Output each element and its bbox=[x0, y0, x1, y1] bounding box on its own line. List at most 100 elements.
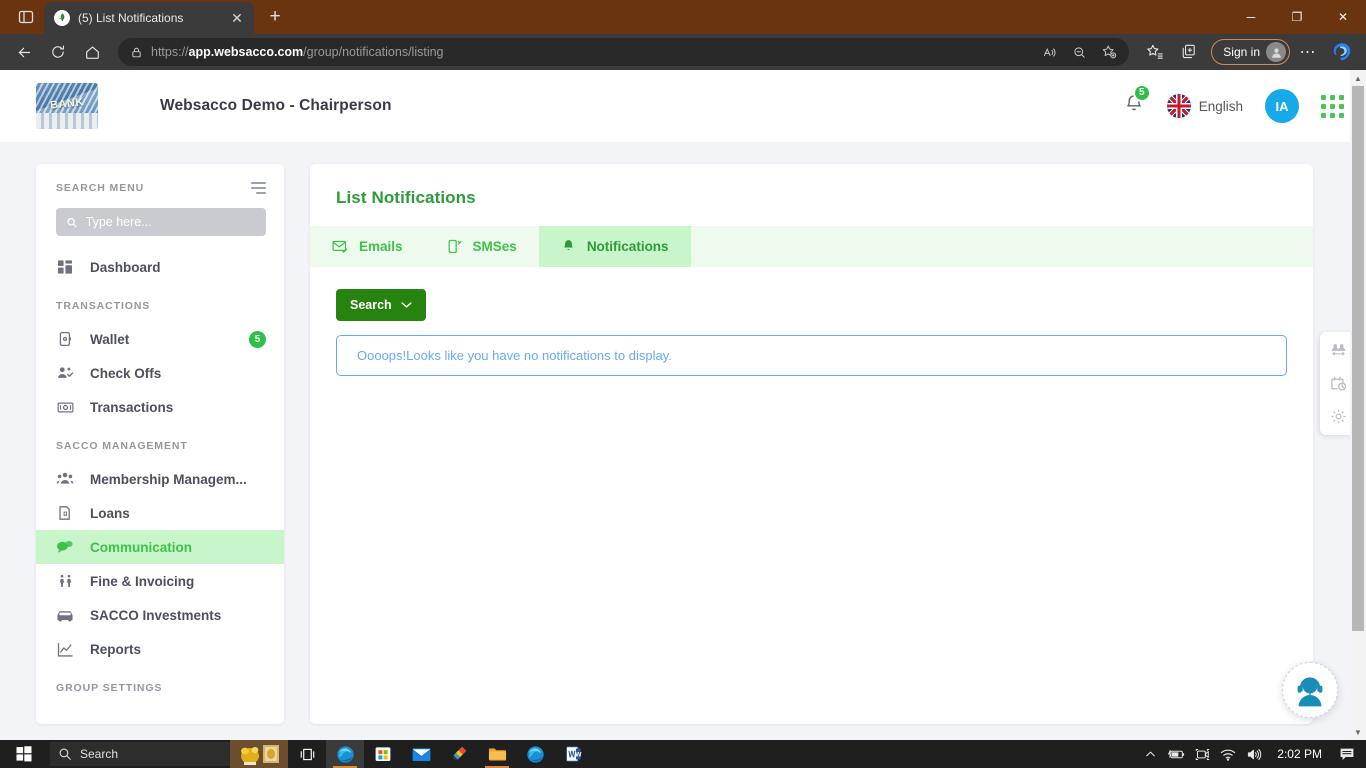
members-icon[interactable] bbox=[1330, 342, 1347, 359]
page-title: Websacco Demo - Chairperson bbox=[160, 97, 392, 114]
language-selector[interactable]: English bbox=[1166, 94, 1243, 118]
favorites-icon[interactable] bbox=[1139, 37, 1171, 67]
new-tab-button[interactable]: + bbox=[260, 2, 290, 32]
close-tab-icon[interactable]: ✕ bbox=[226, 7, 248, 29]
task-view-icon[interactable] bbox=[288, 740, 326, 768]
file-explorer-icon bbox=[488, 748, 506, 761]
taskbar-clock[interactable]: 2:02 PM bbox=[1267, 747, 1332, 761]
page-scrollbar[interactable]: ▲ ▼ bbox=[1350, 70, 1366, 740]
home-icon[interactable] bbox=[76, 37, 108, 67]
sidebar-section-sacco-management: SACCO MANAGEMENT bbox=[56, 440, 188, 452]
search-menu-label: SEARCH MENU bbox=[56, 182, 145, 194]
mobile-icon bbox=[447, 239, 462, 254]
tab-smses[interactable]: SMSes bbox=[425, 226, 539, 267]
word-icon: W bbox=[565, 746, 582, 762]
url-scheme: https:// bbox=[151, 45, 189, 59]
browser-settings-icon[interactable]: ⋯ bbox=[1292, 37, 1324, 67]
taskbar-paint[interactable] bbox=[440, 740, 478, 768]
card-body: Search Oooops!Looks like you have no not… bbox=[310, 267, 1313, 376]
sidebar-item-label: Transactions bbox=[90, 399, 174, 415]
scroll-up-arrow[interactable]: ▲ bbox=[1350, 70, 1366, 86]
taskbar-microsoft-word[interactable]: W bbox=[554, 740, 592, 768]
sign-in-button[interactable]: Sign in bbox=[1211, 39, 1290, 65]
refresh-icon[interactable] bbox=[42, 37, 74, 67]
support-chat-button[interactable] bbox=[1282, 662, 1338, 718]
search-input[interactable] bbox=[85, 215, 256, 229]
sidebar-item-membership-management[interactable]: Membership Managem... bbox=[36, 462, 284, 496]
taskbar-file-explorer[interactable] bbox=[478, 740, 516, 768]
loan-icon bbox=[56, 505, 74, 521]
paint-icon bbox=[453, 746, 467, 760]
tab-actions-icon[interactable] bbox=[8, 2, 44, 32]
sidebar-item-label: SACCO Investments bbox=[90, 607, 222, 623]
gear-icon[interactable] bbox=[1330, 408, 1347, 425]
sidebar-item-label: Membership Managem... bbox=[90, 471, 247, 487]
camera-icon[interactable] bbox=[1189, 740, 1215, 768]
url-host: app.websacco.com bbox=[188, 45, 304, 59]
minimize-button[interactable]: ─ bbox=[1228, 0, 1274, 34]
sidebar-item-label: Fine & Invoicing bbox=[90, 573, 195, 589]
sidebar-item-dashboard[interactable]: Dashboard bbox=[36, 250, 284, 284]
sidebar-item-check-offs[interactable]: Check Offs bbox=[36, 356, 284, 390]
lock-icon bbox=[130, 46, 143, 59]
sidebar-item-wallet[interactable]: Wallet 5 bbox=[36, 322, 284, 356]
sidebar-badge: 5 bbox=[249, 330, 266, 348]
system-tray: 2:02 PM bbox=[1137, 740, 1366, 768]
sidebar-item-reports[interactable]: Reports bbox=[36, 632, 284, 666]
maximize-button[interactable]: ❐ bbox=[1274, 0, 1320, 34]
browser-toolbar: https://app.websacco.com/group/notificat… bbox=[0, 34, 1366, 70]
sign-in-label: Sign in bbox=[1223, 45, 1260, 59]
start-button[interactable] bbox=[0, 740, 48, 768]
chart-icon bbox=[56, 641, 74, 658]
add-favorite-icon[interactable] bbox=[1095, 39, 1123, 65]
taskbar-microsoft-store[interactable] bbox=[364, 740, 402, 768]
copilot-icon[interactable] bbox=[1326, 37, 1358, 67]
sidebar-item-sacco-investments[interactable]: SACCO Investments bbox=[36, 598, 284, 632]
sidebar-item-loans[interactable]: Loans bbox=[36, 496, 284, 530]
notifications-bell-button[interactable]: 5 bbox=[1123, 83, 1151, 120]
read-aloud-icon[interactable] bbox=[1035, 39, 1063, 65]
taskbar-microsoft-edge-2[interactable] bbox=[516, 740, 554, 768]
calendar-clock-icon[interactable] bbox=[1330, 375, 1347, 392]
notification-center-icon[interactable] bbox=[1332, 740, 1362, 768]
sidebar-item-transactions[interactable]: Transactions bbox=[36, 390, 284, 424]
browser-window: (5) List Notifications ✕ + ─ ❐ ✕ https:/… bbox=[0, 0, 1366, 740]
tab-emails[interactable]: Emails bbox=[310, 226, 425, 267]
address-bar[interactable]: https://app.websacco.com/group/notificat… bbox=[118, 38, 1130, 66]
chat-icon bbox=[56, 539, 74, 555]
sidebar-item-fine-invoicing[interactable]: Fine & Invoicing bbox=[36, 564, 284, 598]
empty-state-alert: Oooops!Looks like you have no notificati… bbox=[336, 335, 1287, 376]
card-title: List Notifications bbox=[336, 188, 476, 207]
taskbar-search[interactable]: Search bbox=[50, 742, 230, 766]
tab-notifications[interactable]: Notifications bbox=[538, 226, 691, 267]
uk-flag-icon bbox=[1166, 94, 1191, 118]
back-icon[interactable] bbox=[8, 37, 40, 67]
collections-icon[interactable] bbox=[1173, 37, 1205, 67]
user-avatar[interactable]: IA bbox=[1265, 89, 1299, 123]
wallet-icon bbox=[56, 331, 74, 347]
widgets-weather-icon[interactable] bbox=[230, 740, 288, 768]
scrollbar-thumb[interactable] bbox=[1352, 86, 1364, 631]
sidebar-item-communication[interactable]: Communication bbox=[36, 530, 284, 564]
close-window-button[interactable]: ✕ bbox=[1320, 0, 1366, 34]
sidebar-section-group-settings: GROUP SETTINGS bbox=[56, 682, 163, 694]
windows-taskbar: Search W 2:02 PM bbox=[0, 740, 1366, 768]
taskbar-mail[interactable] bbox=[402, 740, 440, 768]
car-icon bbox=[56, 608, 74, 622]
search-button[interactable]: Search bbox=[336, 289, 426, 321]
tab-bar: Emails SMSes Notifications bbox=[310, 226, 1313, 267]
zoom-out-icon[interactable] bbox=[1065, 39, 1093, 65]
volume-icon[interactable] bbox=[1241, 740, 1267, 768]
sidebar-search-box[interactable] bbox=[56, 208, 266, 236]
battery-charging-icon[interactable] bbox=[1163, 740, 1189, 768]
wifi-icon[interactable] bbox=[1215, 740, 1241, 768]
menu-collapse-icon[interactable] bbox=[251, 182, 266, 194]
chevron-up-icon[interactable] bbox=[1137, 740, 1163, 768]
tab-label: Notifications bbox=[586, 239, 669, 254]
window-controls: ─ ❐ ✕ bbox=[1228, 0, 1366, 34]
browser-tab[interactable]: (5) List Notifications ✕ bbox=[44, 2, 254, 34]
cash-icon bbox=[56, 399, 74, 416]
taskbar-microsoft-edge[interactable] bbox=[326, 740, 364, 768]
scroll-down-arrow[interactable]: ▼ bbox=[1350, 724, 1366, 740]
apps-grid-icon[interactable] bbox=[1321, 94, 1344, 118]
